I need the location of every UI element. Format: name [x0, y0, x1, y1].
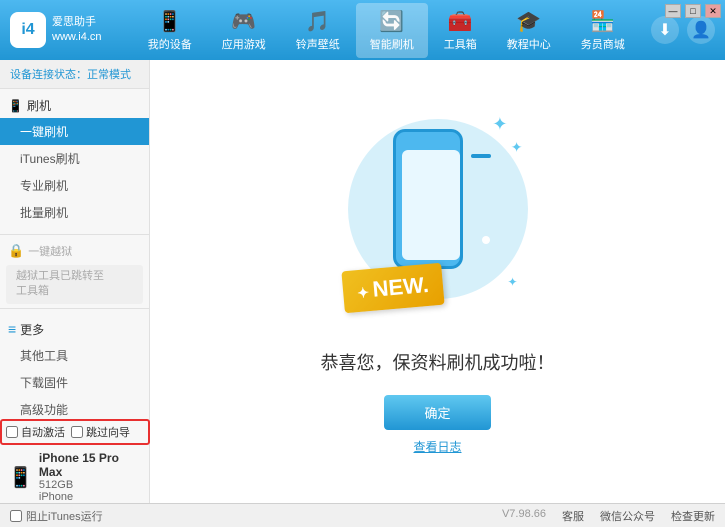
footer-right: V7.98.66 客服 微信公众号 检查更新 [502, 508, 715, 524]
sidebar-device-section: 自动激活 跳过向导 📱 iPhone 15 Pro Max 512GB iPho… [0, 419, 150, 503]
device-phone-icon: 📱 [8, 465, 33, 490]
itunes-block-label: 阻止iTunes运行 [26, 508, 103, 524]
footer-left: 阻止iTunes运行 [10, 508, 502, 524]
logo-text: 爱思助手 www.i4.cn [52, 15, 102, 46]
device-icon: 📱 [157, 9, 182, 34]
nav-toolbox[interactable]: 🧰 工具箱 [430, 3, 491, 58]
phone-home-button [482, 236, 490, 244]
nav-smart-flash[interactable]: 🔄 智能刷机 [356, 3, 428, 58]
flash-section-icon: 📱 [8, 99, 23, 113]
new-badge: NEW. [341, 262, 444, 313]
app-logo: i4 爱思助手 www.i4.cn [10, 12, 102, 48]
main-nav: 📱 我的设备 🎮 应用游戏 🎵 铃声壁纸 🔄 智能刷机 🧰 工具箱 🎓 教程中心… [122, 3, 651, 58]
confirm-button[interactable]: 确定 [384, 395, 490, 430]
main-content: NEW. ✦ ✦ ✦ 恭喜您，保资料刷机成功啦！ 确定 查看日志 [150, 60, 725, 503]
toolbox-icon: 🧰 [448, 9, 473, 34]
services-icon: 🏪 [590, 9, 615, 34]
device-info: 📱 iPhone 15 Pro Max 512GB iPhone [0, 451, 150, 503]
more-section: ≡ 更多 其他工具 下载固件 高级功能 [0, 313, 149, 427]
nav-services[interactable]: 🏪 务员商城 [567, 3, 639, 58]
sidebar-item-one-click-flash[interactable]: 一键刷机 [0, 118, 149, 145]
tutorial-icon: 🎓 [516, 9, 541, 34]
itunes-block-checkbox[interactable] [10, 510, 22, 522]
sparkle-icon-2: ✦ [511, 139, 523, 156]
sidebar-item-pro-flash[interactable]: 专业刷机 [0, 172, 149, 199]
lock-icon: 🔒 [8, 243, 24, 259]
nav-my-device[interactable]: 📱 我的设备 [134, 3, 206, 58]
close-button[interactable]: ✕ [705, 4, 721, 18]
sidebar-divider-2 [0, 308, 149, 309]
version-label: V7.98.66 [502, 508, 546, 524]
phone-screen [402, 150, 460, 260]
device-storage: 512GB [39, 479, 142, 491]
footer-check-update[interactable]: 检查更新 [671, 508, 715, 524]
sidebar: 设备连接状态：正常模式 📱 刷机 一键刷机 iTunes刷机 专业刷机 批量刷机… [0, 60, 150, 503]
nav-ringtones[interactable]: 🎵 铃声壁纸 [282, 3, 354, 58]
sidebar-item-batch-flash[interactable]: 批量刷机 [0, 199, 149, 226]
device-details: iPhone 15 Pro Max 512GB iPhone [39, 451, 142, 503]
connection-status: 设备连接状态：正常模式 [0, 60, 149, 89]
nav-tutorials[interactable]: 🎓 教程中心 [493, 3, 565, 58]
sidebar-divider-1 [0, 234, 149, 235]
main-layout: 设备连接状态：正常模式 📱 刷机 一键刷机 iTunes刷机 专业刷机 批量刷机… [0, 60, 725, 503]
device-name: iPhone 15 Pro Max [39, 451, 142, 479]
flash-icon: 🔄 [379, 9, 404, 34]
sidebar-item-download-firmware[interactable]: 下载固件 [0, 369, 149, 396]
sidebar-item-other-tools[interactable]: 其他工具 [0, 342, 149, 369]
flash-section-header: 📱 刷机 [0, 93, 149, 118]
guide-export-input[interactable] [71, 426, 83, 438]
jailbreak-disabled: 🔒 一键越狱 [0, 239, 149, 263]
phone-speaker [471, 154, 491, 158]
jailbreak-note: 越狱工具已跳转至 工具箱 [6, 265, 143, 304]
flash-section: 📱 刷机 一键刷机 iTunes刷机 专业刷机 批量刷机 [0, 89, 149, 230]
download-button[interactable]: ⬇ [651, 16, 679, 44]
sidebar-item-itunes-flash[interactable]: iTunes刷机 [0, 145, 149, 172]
auto-activate-checkbox[interactable]: 自动激活 [6, 424, 65, 440]
auto-options-row: 自动激活 跳过向导 [0, 419, 150, 445]
success-message: 恭喜您，保资料刷机成功啦！ [321, 349, 555, 375]
footer-wechat[interactable]: 微信公众号 [600, 508, 655, 524]
nav-apps-games[interactable]: 🎮 应用游戏 [208, 3, 280, 58]
footer-support[interactable]: 客服 [562, 508, 584, 524]
app-footer: 阻止iTunes运行 V7.98.66 客服 微信公众号 检查更新 [0, 503, 725, 527]
header-actions: ⬇ 👤 [651, 16, 715, 44]
auto-activate-input[interactable] [6, 426, 18, 438]
guide-export-checkbox[interactable]: 跳过向导 [71, 424, 130, 440]
more-section-icon: ≡ [8, 321, 16, 337]
logo-icon: i4 [10, 12, 46, 48]
window-controls: — □ ✕ [665, 4, 721, 18]
sparkle-icon-1: ✦ [492, 114, 507, 135]
app-header: i4 爱思助手 www.i4.cn 📱 我的设备 🎮 应用游戏 🎵 铃声壁纸 🔄… [0, 0, 725, 60]
sparkle-icon-3: ✦ [507, 275, 517, 289]
ringtone-icon: 🎵 [305, 9, 330, 34]
phone-body [393, 129, 463, 269]
phone-graphic: NEW. ✦ ✦ ✦ [338, 109, 538, 329]
user-button[interactable]: 👤 [687, 16, 715, 44]
more-section-header: ≡ 更多 [0, 317, 149, 342]
device-type: iPhone [39, 491, 142, 503]
view-log-link[interactable]: 查看日志 [413, 438, 461, 455]
apps-icon: 🎮 [231, 9, 256, 34]
minimize-button[interactable]: — [665, 4, 681, 18]
maximize-button[interactable]: □ [685, 4, 701, 18]
